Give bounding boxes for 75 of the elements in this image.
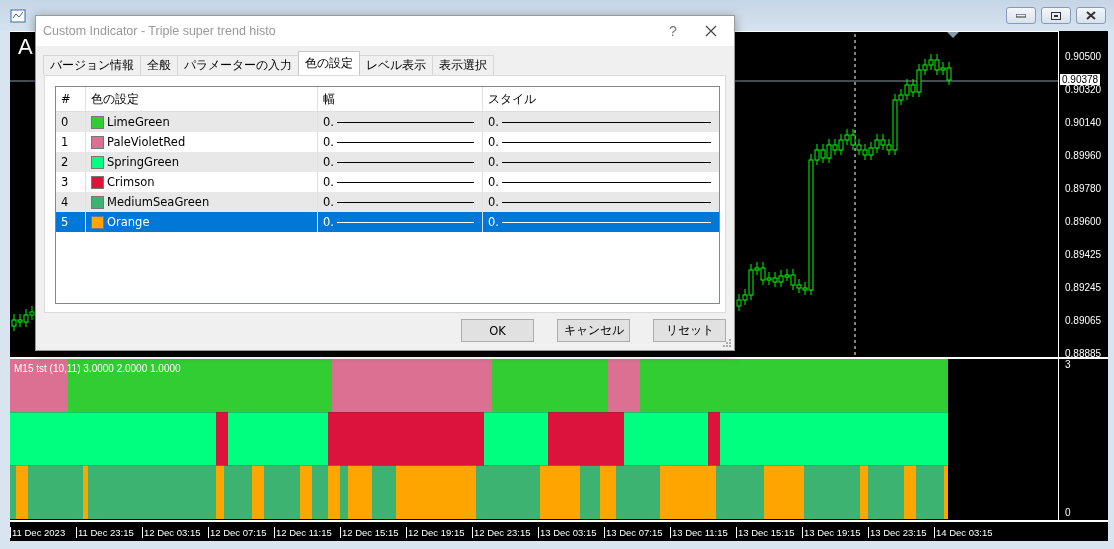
- width-value: 0.: [323, 175, 334, 189]
- row-index: 5: [56, 212, 86, 232]
- price-tick-label: 0.89960: [1065, 150, 1102, 161]
- restore-icon: [1051, 11, 1061, 20]
- price-tick-label: 0.90320: [1065, 84, 1102, 95]
- time-label: 13 Dec 03:15: [538, 526, 604, 538]
- price-tick-label: 0.88885: [1065, 348, 1102, 359]
- price-tick-label: 0.90140: [1065, 117, 1102, 128]
- restore-button[interactable]: [1041, 7, 1071, 24]
- time-label: 12 Dec 07:15: [208, 526, 274, 538]
- price-tick-label: 0.89425: [1065, 249, 1102, 260]
- time-label: 12 Dec 23:15: [472, 526, 538, 538]
- time-label: 13 Dec 11:15: [670, 526, 736, 538]
- time-label: 13 Dec 19:15: [802, 526, 868, 538]
- dialog-title: Custom Indicator - Triple super trend histo: [43, 24, 276, 38]
- dialog-button[interactable]: OK: [461, 319, 534, 342]
- close-icon: [1086, 11, 1096, 20]
- width-value: 0.: [323, 155, 334, 169]
- close-icon: [705, 25, 717, 37]
- time-label: 13 Dec 07:15: [604, 526, 670, 538]
- price-tick-label: 0.89600: [1065, 216, 1102, 227]
- column-header: #: [56, 87, 86, 111]
- minimize-button[interactable]: [1006, 7, 1036, 24]
- help-button[interactable]: ?: [658, 22, 688, 40]
- color-name: PaleVioletRed: [107, 135, 186, 149]
- table-row[interactable]: 5 Orange 0. 0.: [56, 212, 719, 232]
- width-value: 0.: [323, 195, 334, 209]
- scale-label: 0: [1065, 507, 1071, 518]
- tab[interactable]: 色の設定: [298, 51, 360, 75]
- column-header: スタイル: [487, 90, 537, 108]
- column-header: 色の設定: [86, 87, 318, 111]
- table-row[interactable]: 2 SpringGreen 0. 0.: [56, 152, 719, 172]
- color-name: Crimson: [107, 175, 155, 189]
- row-index: 0: [56, 112, 86, 132]
- style-value: 0.: [488, 195, 499, 209]
- color-name: Orange: [107, 215, 150, 229]
- close-button[interactable]: [1076, 7, 1106, 24]
- chart-window-icon: [10, 7, 26, 24]
- color-name: MediumSeaGreen: [107, 195, 210, 209]
- width-value: 0.: [323, 135, 334, 149]
- price-tick-label: 0.89780: [1065, 183, 1102, 194]
- width-value: 0.: [323, 215, 334, 229]
- tab[interactable]: バージョン情報: [43, 55, 141, 75]
- table-row[interactable]: 4 MediumSeaGreen 0. 0.: [56, 192, 719, 212]
- time-label: 12 Dec 11:15: [274, 526, 340, 538]
- tab[interactable]: 表示選択: [432, 55, 494, 75]
- dialog-button[interactable]: キャンセル: [557, 319, 630, 342]
- time-label: 11 Dec 23:15: [76, 526, 142, 538]
- resize-grip-icon: [723, 339, 732, 348]
- current-price-label: 0.90378: [1060, 74, 1101, 85]
- row-index: 2: [56, 152, 86, 172]
- minimize-icon: [1016, 13, 1026, 18]
- color-name: LimeGreen: [107, 115, 170, 129]
- time-label: 12 Dec 19:15: [406, 526, 472, 538]
- width-value: 0.: [323, 115, 334, 129]
- dialog-button[interactable]: リセット: [653, 319, 726, 342]
- time-label: 13 Dec 15:15: [736, 526, 802, 538]
- time-label: 13 Dec 23:15: [868, 526, 934, 538]
- time-label: 12 Dec 15:15: [340, 526, 406, 538]
- style-value: 0.: [488, 175, 499, 189]
- time-label: 12 Dec 03:15: [142, 526, 208, 538]
- time-label: 11 Dec 2023: [10, 526, 76, 538]
- column-header: 幅: [318, 87, 483, 111]
- table-row[interactable]: 0 LimeGreen 0. 0.: [56, 112, 719, 132]
- style-value: 0.: [488, 155, 499, 169]
- style-value: 0.: [488, 115, 499, 129]
- chart-symbol-label: A: [18, 34, 33, 60]
- price-tick-label: 0.89245: [1065, 282, 1102, 293]
- scale-label: 3: [1065, 359, 1071, 370]
- price-tick-label: 0.90500: [1065, 51, 1102, 62]
- time-label: 14 Dec 03:15: [934, 526, 1000, 538]
- style-value: 0.: [488, 215, 499, 229]
- style-value: 0.: [488, 135, 499, 149]
- color-name: SpringGreen: [107, 155, 179, 169]
- price-tick-label: 0.89065: [1065, 315, 1102, 326]
